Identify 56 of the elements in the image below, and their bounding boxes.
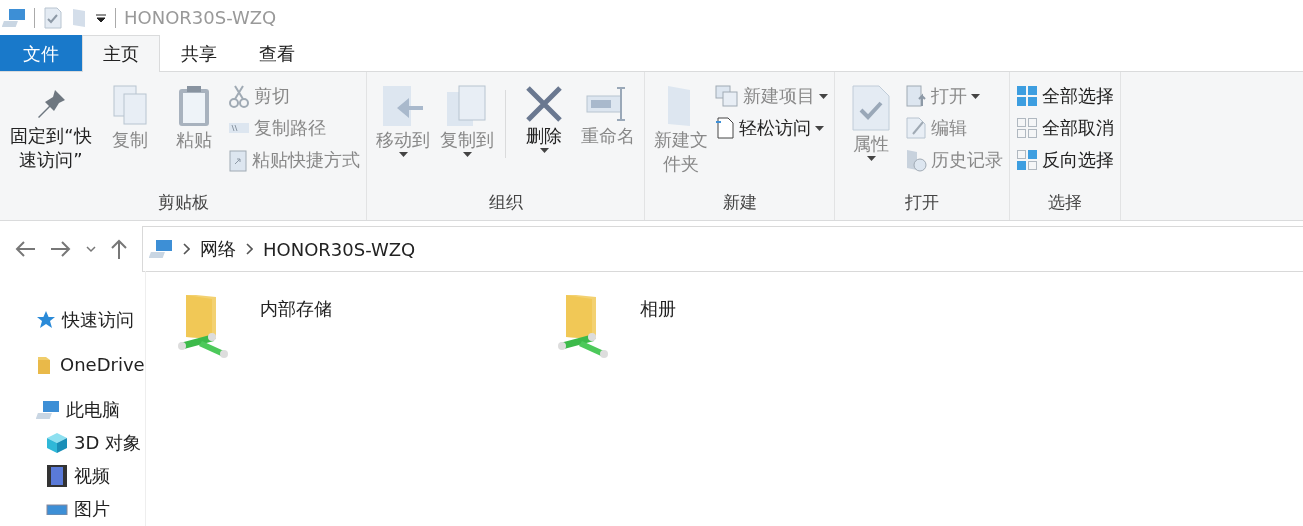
history-icon [905,148,927,172]
chevron-down-icon[interactable] [86,245,96,253]
computer-icon [36,398,60,421]
ribbon-button[interactable]: 全部取消 [1016,114,1114,142]
scissors-icon [228,84,250,108]
ribbon-button[interactable]: 反向选择 [1016,146,1114,174]
chevron-right-icon [183,243,190,255]
breadcrumb[interactable]: HONOR30S-WZQ [263,238,416,260]
group-label: 剪贴板 [156,191,210,214]
document-icon [715,116,735,140]
address-bar[interactable]: 网络 HONOR30S-WZQ [142,226,1303,272]
new-item-icon [715,85,739,107]
back-icon[interactable] [14,240,36,258]
sidebar-item[interactable]: 此电脑 [0,393,145,427]
breadcrumb[interactable]: 网络 [200,237,236,261]
computer-icon [149,238,173,260]
ribbon-tab[interactable]: 文件 [0,35,82,71]
up-icon[interactable] [110,238,128,260]
folder-icon [71,6,87,29]
select-all-icon [1016,85,1038,107]
cube-icon [46,432,68,455]
ribbon-button[interactable]: 固定到“快速访问” [8,124,94,172]
sidebar-item[interactable]: 视频 [0,459,145,493]
ribbon-button[interactable]: 删除 [526,124,562,148]
window-title: HONOR30S-WZQ [124,7,277,28]
sidebar-item[interactable]: 图片 [0,492,145,526]
edit-icon [905,116,927,140]
star-icon [36,309,56,330]
properties-icon [851,84,891,132]
image-icon [46,503,68,516]
ribbon-tab[interactable]: 主页 [82,35,160,72]
close-icon [524,84,564,124]
folder-name[interactable]: 内部存储 [259,291,332,321]
group-label: 打开 [904,191,940,214]
invert-selection-icon [1016,149,1038,171]
group-label: 选择 [1047,191,1083,214]
sidebar-item[interactable]: OneDrive [0,348,145,382]
group-label: 新建 [721,191,758,214]
folder-name[interactable]: 相册 [639,291,676,321]
shortcut-icon [228,148,248,172]
open-icon [905,84,927,108]
move-icon [381,84,425,128]
ribbon-button[interactable]: 全部选择 [1016,82,1114,110]
select-none-icon [1016,117,1038,139]
ribbon-button[interactable]: 轻松访问 [715,114,828,142]
film-icon [46,464,68,489]
properties-icon [43,5,63,30]
chevron-right-icon [246,243,253,255]
dropdown-icon[interactable] [95,12,107,23]
group-label: 组织 [487,191,524,214]
copy-icon [110,84,150,128]
computer-icon [2,6,26,29]
copy-icon [445,84,489,128]
sidebar-item[interactable]: 3D 对象 [0,426,145,460]
forward-icon[interactable] [50,240,72,258]
sidebar-item[interactable]: 快速访问 [0,303,145,337]
